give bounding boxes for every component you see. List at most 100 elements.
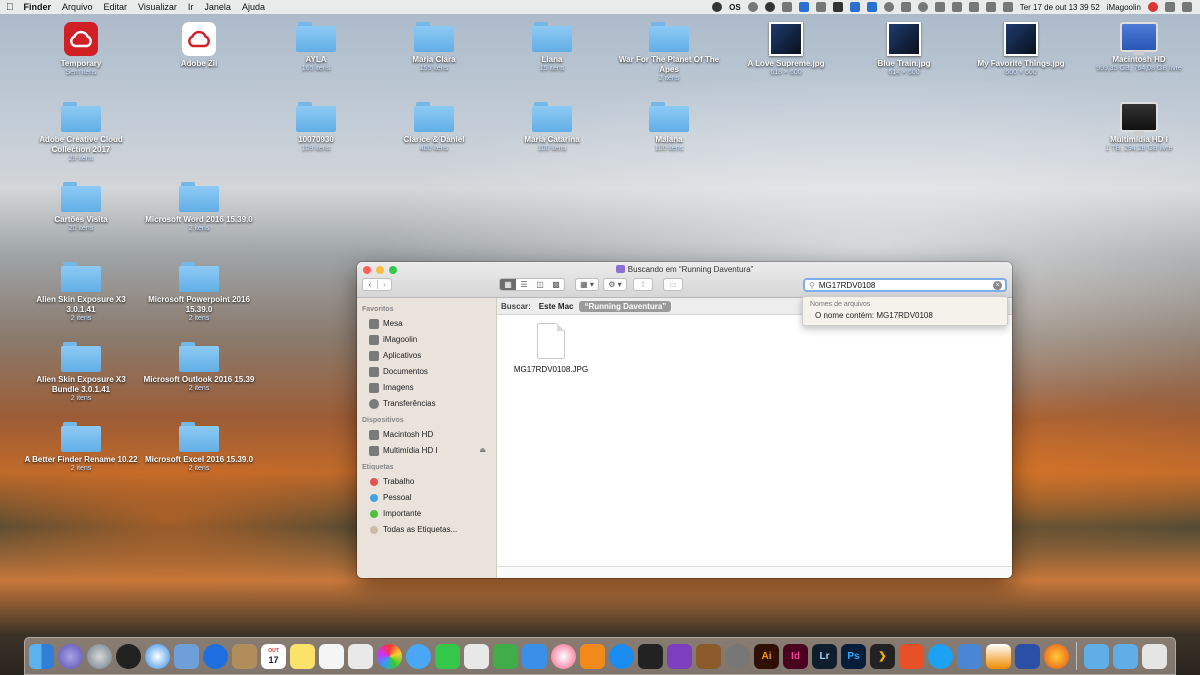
vpn-icon[interactable] bbox=[900, 2, 911, 12]
scope-this-mac[interactable]: Este Mac bbox=[539, 302, 574, 311]
desktop-item[interactable]: Microsoft Word 2016 15.39.0 2 itens bbox=[140, 182, 258, 233]
volume-icon[interactable] bbox=[985, 2, 996, 12]
garageband-dock-icon[interactable] bbox=[696, 643, 721, 669]
safari-dock-icon[interactable] bbox=[145, 643, 170, 669]
menu-editar[interactable]: Editar bbox=[104, 2, 128, 12]
plex-dock-icon[interactable]: ❯ bbox=[870, 643, 895, 669]
facetime-dock-icon[interactable] bbox=[435, 643, 460, 669]
preview-dock-icon[interactable] bbox=[174, 643, 199, 669]
dashboard-dock-icon[interactable] bbox=[116, 643, 141, 669]
sidebar-tag-all[interactable]: Todas as Etiquetas... bbox=[357, 522, 496, 538]
keynote-dock-icon[interactable] bbox=[522, 643, 547, 669]
applications-folder-dock-icon[interactable] bbox=[1084, 643, 1109, 669]
sidebar-item-applications[interactable]: Aplicativos bbox=[357, 348, 496, 364]
notification-center-icon[interactable] bbox=[1182, 2, 1192, 12]
photo-booth-dock-icon[interactable] bbox=[348, 643, 373, 669]
sidebar-item-pictures[interactable]: Imagens bbox=[357, 380, 496, 396]
vlc-dock-icon[interactable] bbox=[986, 643, 1011, 669]
eject-icon[interactable] bbox=[968, 2, 979, 12]
sidebar-item-documents[interactable]: Documentos bbox=[357, 364, 496, 380]
app-store-2-dock-icon[interactable] bbox=[609, 643, 634, 669]
result-file[interactable]: MG17RDV0108.JPG bbox=[511, 323, 591, 374]
app-store-icon[interactable] bbox=[849, 2, 860, 12]
malwarebytes-icon[interactable] bbox=[798, 2, 809, 12]
sidebar-item-multimidia-hd[interactable]: Multimídia HD I ⏏ bbox=[357, 443, 496, 459]
ubiquiti-icon[interactable] bbox=[764, 2, 775, 12]
eye-icon[interactable] bbox=[747, 2, 758, 12]
sidebar-tag-trabalho[interactable]: Trabalho bbox=[357, 474, 496, 490]
twitter-icon[interactable] bbox=[866, 2, 877, 12]
time-machine-icon[interactable] bbox=[934, 2, 945, 12]
desktop-item[interactable]: Clarice & Daniel 400 itens bbox=[375, 102, 493, 153]
firefox-dock-icon[interactable] bbox=[1044, 643, 1069, 669]
wifi-icon[interactable] bbox=[951, 2, 962, 12]
photos-dock-icon[interactable] bbox=[377, 643, 402, 669]
desktop-item[interactable]: Maria Clara 155 itens bbox=[375, 22, 493, 73]
desktop-item[interactable]: Adobe Creative Cloud Collection 2017 29 i… bbox=[22, 102, 140, 163]
lightroom-dock-icon[interactable]: Lr bbox=[812, 643, 837, 669]
list-view-button[interactable]: ☰ bbox=[516, 279, 532, 290]
action-gear-button[interactable]: ⚙ ▾ bbox=[603, 278, 627, 291]
spotlight-icon[interactable] bbox=[1165, 2, 1175, 12]
globe-icon[interactable] bbox=[883, 2, 894, 12]
desktop-item[interactable]: Alien Skin Exposure X3 3.0.1.41 2 itens bbox=[22, 262, 140, 323]
clear-search-icon[interactable]: × bbox=[993, 281, 1002, 290]
chat-icon[interactable] bbox=[917, 2, 928, 12]
menu-janela[interactable]: Janela bbox=[204, 2, 231, 12]
desktop-item[interactable]: Microsoft Excel 2016 15.39.0 2 itens bbox=[140, 422, 258, 473]
desktop-item[interactable]: Maiana 100 itens bbox=[610, 102, 728, 153]
finder-dock-icon[interactable] bbox=[29, 643, 54, 669]
desktop-item[interactable]: Maria Catarina 100 itens bbox=[493, 102, 611, 153]
radar-icon[interactable] bbox=[781, 2, 792, 12]
icon-view-button[interactable]: ▦ bbox=[500, 279, 516, 290]
search-input[interactable] bbox=[818, 280, 989, 290]
desktop-item[interactable]: Liana 15 itens bbox=[493, 22, 611, 73]
photoshop-dock-icon[interactable]: Ps bbox=[841, 643, 866, 669]
results-area[interactable]: MG17RDV0108.JPG bbox=[497, 315, 1012, 566]
desktop-item[interactable]: 10070930 109 itens bbox=[257, 102, 375, 153]
desktop-item[interactable]: Adobe Zii bbox=[140, 22, 258, 69]
notes-dock-icon[interactable] bbox=[290, 643, 315, 669]
launchpad-dock-icon[interactable] bbox=[87, 643, 112, 669]
imovie-dock-icon[interactable] bbox=[667, 643, 692, 669]
user-menu[interactable]: iMagoolin bbox=[1107, 3, 1141, 12]
sidebar-item-macintosh-hd[interactable]: Macintosh HD bbox=[357, 427, 496, 443]
sidebar-item-home[interactable]: iMagoolin bbox=[357, 332, 496, 348]
desktop-item[interactable]: Microsoft Outlook 2016 15.39 2 itens bbox=[140, 342, 258, 393]
suggestion-item[interactable]: O nome contém: MG17RDV0108 bbox=[803, 308, 1007, 320]
numbers-dock-icon[interactable] bbox=[493, 643, 518, 669]
itunes-album-icon[interactable] bbox=[832, 2, 843, 12]
menu-ir[interactable]: Ir bbox=[188, 2, 194, 12]
sidebar-tag-importante[interactable]: Importante bbox=[357, 506, 496, 522]
parallels-dock-icon[interactable] bbox=[899, 643, 924, 669]
dropbox-icon[interactable] bbox=[712, 2, 723, 12]
desktop-item[interactable]: Multimídia HD I1 TB, 294,28 GB livre bbox=[1080, 102, 1198, 153]
desktop-item[interactable]: Microsoft Powerpoint 2016 15.39.0 2 itens bbox=[140, 262, 258, 323]
calendar-dock-icon[interactable]: OUT 17 bbox=[261, 643, 286, 669]
messages-dock-icon[interactable] bbox=[406, 643, 431, 669]
search-field[interactable]: ⚲ × bbox=[803, 278, 1007, 292]
desktop-item[interactable]: A Love Supreme.jpg 618 × 600 bbox=[727, 22, 845, 77]
apple-icon[interactable]:  bbox=[6, 2, 14, 13]
airdrop-icon[interactable] bbox=[815, 2, 826, 12]
scope-current-folder[interactable]: “Running Daventura” bbox=[579, 300, 672, 312]
sidebar-item-mesa[interactable]: Mesa bbox=[357, 316, 496, 332]
system-preferences-dock-icon[interactable] bbox=[725, 643, 750, 669]
notification-badge-icon[interactable] bbox=[1148, 2, 1158, 12]
app-store-dock-icon[interactable] bbox=[203, 643, 228, 669]
twitter-dock-icon[interactable] bbox=[928, 643, 953, 669]
menu-finder[interactable]: Finder bbox=[24, 2, 52, 12]
final-cut-dock-icon[interactable] bbox=[638, 643, 663, 669]
coverflow-view-button[interactable]: ▩ bbox=[548, 279, 564, 290]
back-button[interactable]: ‹ bbox=[363, 280, 377, 289]
preview-2-dock-icon[interactable] bbox=[957, 643, 982, 669]
desktop-item[interactable]: A Better Finder Rename 10.22 2 itens bbox=[22, 422, 140, 473]
downloads-folder-dock-icon[interactable] bbox=[1113, 643, 1138, 669]
desktop-item[interactable]: Cartões Visita 20 itens bbox=[22, 182, 140, 233]
desktop-item[interactable]: Blue Train.jpg 614 × 600 bbox=[845, 22, 963, 77]
siri-dock-icon[interactable] bbox=[58, 643, 83, 669]
trash-dock-icon[interactable] bbox=[1142, 643, 1167, 669]
desktop-item[interactable]: Macintosh HD 999,35 GB, 764,08 GB livre bbox=[1080, 22, 1198, 73]
ibooks-dock-icon[interactable] bbox=[580, 643, 605, 669]
column-view-button[interactable]: ◫ bbox=[532, 279, 548, 290]
